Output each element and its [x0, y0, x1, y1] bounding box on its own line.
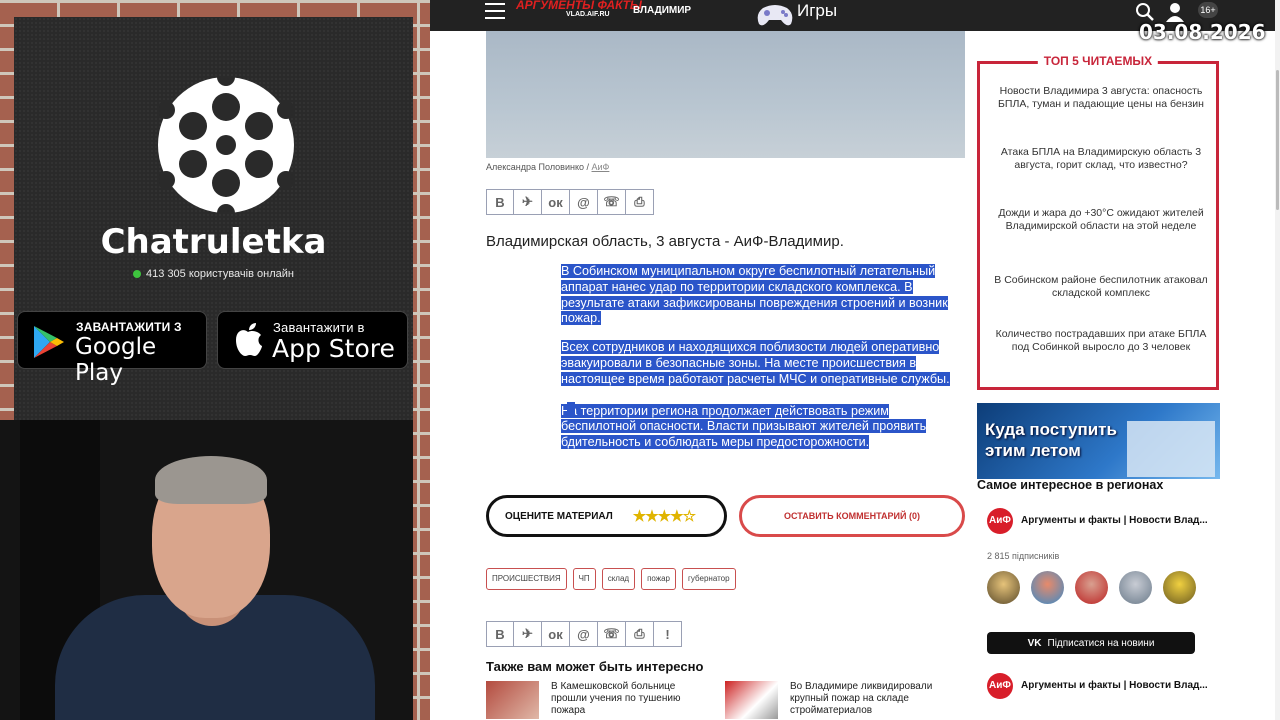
- subscribers-count: 2 815 підписників: [987, 551, 1060, 561]
- page-scrollbar[interactable]: [1275, 0, 1280, 720]
- share-whatsapp-button[interactable]: ☏: [598, 621, 626, 647]
- related-article[interactable]: В Камешковской больнице прошли учения по…: [486, 681, 706, 720]
- avatar: [1031, 571, 1064, 604]
- report-error-button[interactable]: !: [654, 621, 682, 647]
- share-ok-button[interactable]: ок: [542, 621, 570, 647]
- related-article[interactable]: Во Владимире ликвидировали крупный пожар…: [725, 681, 945, 720]
- leave-comment-button[interactable]: ОСТАВИТЬ КОММЕНТАРИЙ (0): [739, 495, 965, 537]
- revolver-cylinder-logo-icon: [157, 68, 295, 222]
- photo-credit: Александра Половинко / АиФ: [486, 162, 610, 172]
- tag-link[interactable]: склад: [601, 568, 636, 590]
- regions-title: Самое интересное в регионах: [977, 478, 1164, 492]
- top5-item[interactable]: Новости Владимира 3 августа: опасность Б…: [992, 85, 1210, 111]
- site-logo-domain: VLAD.AIF.RU: [566, 11, 610, 18]
- share-email-button[interactable]: @: [570, 621, 598, 647]
- article-photo: [486, 31, 965, 158]
- google-play-button[interactable]: ЗАВАНТАЖИТИ З Google Play: [17, 311, 207, 386]
- share-vk-button[interactable]: В: [486, 621, 514, 647]
- tag-link[interactable]: губернатор: [682, 568, 736, 590]
- search-icon[interactable]: [1135, 2, 1155, 22]
- avatar: [1075, 571, 1108, 604]
- screen: Chatruletka 413 305 користувачів онлайн …: [0, 0, 1280, 720]
- date-overlay: 03.08.2026: [1139, 20, 1266, 44]
- share-whatsapp-button[interactable]: ☏: [598, 189, 626, 215]
- person-hair: [155, 456, 267, 504]
- share-buttons-top: В ✈ ок @ ☏ ⎙: [486, 189, 654, 215]
- aif-avatar-icon: АиФ: [987, 508, 1013, 534]
- rating-stars[interactable]: ★★★★☆: [633, 507, 696, 525]
- share-vk-button[interactable]: В: [486, 189, 514, 215]
- scrollbar-thumb[interactable]: [1276, 70, 1279, 210]
- article-paragraph: Всех сотрудников и находящихся поблизост…: [561, 340, 950, 386]
- games-label: Игры: [797, 1, 838, 20]
- share-email-button[interactable]: @: [570, 189, 598, 215]
- top5-item[interactable]: Дожди и жара до +30°С ожидают жителей Вл…: [992, 207, 1210, 233]
- vk-group-name: Аргументы и факты | Новости Влад...: [1021, 680, 1208, 691]
- app-store-small-label: Завантажити в: [273, 320, 365, 335]
- avatar: [1163, 571, 1196, 604]
- article-body: В Собинском муниципальном округе беспило…: [561, 264, 965, 464]
- online-text: 413 305 користувачів онлайн: [146, 268, 294, 280]
- chatruletka-overlay: Chatruletka 413 305 користувачів онлайн …: [14, 17, 413, 420]
- app-store-button[interactable]: Завантажити в App Store: [217, 311, 408, 369]
- google-play-big-label: Google Play: [75, 334, 157, 386]
- online-counter: 413 305 користувачів онлайн: [14, 268, 413, 280]
- apple-icon: [236, 323, 262, 356]
- browser-page: АРГУМЕНТЫ ФАКТЫ VLAD.AIF.RU ВЛАДИМИР Игр…: [430, 0, 1280, 720]
- share-ok-button[interactable]: ок: [542, 189, 570, 215]
- article-paragraph: В Собинском муниципальном округе беспило…: [561, 264, 948, 326]
- vk-icon: VK: [1027, 637, 1042, 649]
- avatar: [987, 571, 1020, 604]
- tag-link[interactable]: ЧП: [572, 568, 596, 590]
- vk-subscribe-button[interactable]: VK Підписатися на новини: [987, 632, 1195, 654]
- avatar: [1119, 571, 1152, 604]
- vk-group-name: Аргументы и факты | Новости Влад...: [1021, 515, 1208, 526]
- age-rating-badge: 16+: [1198, 2, 1218, 18]
- site-logo[interactable]: АРГУМЕНТЫ ФАКТЫ VLAD.AIF.RU: [516, 0, 642, 18]
- photo-credit-source-link[interactable]: АиФ: [592, 162, 610, 172]
- related-title: В Камешковской больнице прошли учения по…: [551, 681, 681, 716]
- related-thumbnail: [725, 681, 778, 719]
- related-title: Во Владимире ликвидировали крупный пожар…: [790, 681, 933, 716]
- user-icon[interactable]: [1165, 2, 1185, 22]
- banner-building-image: [1127, 421, 1215, 477]
- tag-link[interactable]: пожар: [641, 568, 677, 590]
- app-store-big-label: App Store: [272, 334, 395, 363]
- share-telegram-button[interactable]: ✈: [514, 189, 542, 215]
- top5-item[interactable]: В Собинском районе беспилотник атаковал …: [992, 274, 1210, 300]
- share-telegram-button[interactable]: ✈: [514, 621, 542, 647]
- top5-item[interactable]: Атака БПЛА на Владимирскую область 3 авг…: [992, 146, 1210, 172]
- top5-title: ТОП 5 ЧИТАЕМЫХ: [1037, 54, 1159, 68]
- google-play-small-label: ЗАВАНТАЖИТИ З: [76, 320, 182, 334]
- photo-credit-author: Александра Половинко: [486, 162, 584, 172]
- selection-gap: [567, 402, 575, 416]
- share-buttons-bottom: В ✈ ок @ ☏ ⎙ !: [486, 621, 682, 647]
- brand-name: Chatruletka: [100, 222, 327, 262]
- rate-label: ОЦЕНИТЕ МАТЕРИАЛ: [505, 510, 613, 522]
- vk-subscribe-label: Підписатися на новини: [1047, 637, 1155, 649]
- related-thumbnail: [486, 681, 539, 719]
- online-dot-icon: [133, 270, 142, 278]
- vk-group-row[interactable]: АиФ Аргументы и факты | Новости Влад...: [987, 508, 1208, 534]
- gamepad-icon: [757, 5, 793, 26]
- webcam-video: [0, 420, 413, 720]
- article-lead: Владимирская область, 3 августа - АиФ-Вл…: [486, 233, 844, 250]
- top5-item[interactable]: Количество пострадавших при атаке БПЛА п…: [992, 328, 1210, 354]
- ad-banner[interactable]: Куда поступить этим летом: [977, 403, 1220, 479]
- related-section-title: Также вам может быть интересно: [486, 659, 704, 674]
- subscriber-avatars: [987, 571, 1196, 604]
- menu-icon[interactable]: [485, 3, 505, 21]
- banner-text: Куда поступить этим летом: [985, 420, 1117, 460]
- region-selector[interactable]: ВЛАДИМИР: [633, 5, 691, 16]
- vk-group-row[interactable]: АиФ Аргументы и факты | Новости Влад...: [987, 673, 1208, 699]
- article-paragraph: На территории региона продолжает действо…: [561, 403, 927, 450]
- print-button[interactable]: ⎙: [626, 189, 654, 215]
- article-tags: ПРОИСШЕСТВИЯ ЧП склад пожар губернатор: [486, 568, 736, 590]
- google-play-icon: [34, 326, 64, 358]
- top5-widget: ТОП 5 ЧИТАЕМЫХ Новости Владимира 3 авгус…: [977, 54, 1219, 390]
- aif-avatar-icon: АиФ: [987, 673, 1013, 699]
- print-button[interactable]: ⎙: [626, 621, 654, 647]
- rate-article-button[interactable]: ОЦЕНИТЕ МАТЕРИАЛ ★★★★☆: [486, 495, 727, 537]
- tag-link[interactable]: ПРОИСШЕСТВИЯ: [486, 568, 567, 590]
